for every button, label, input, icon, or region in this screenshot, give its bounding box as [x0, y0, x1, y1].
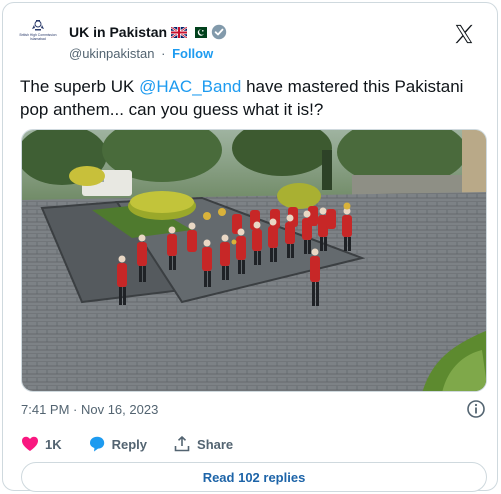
uk-flag-icon	[171, 26, 188, 38]
follow-button[interactable]: Follow	[172, 46, 213, 61]
x-logo-icon[interactable]	[453, 23, 475, 45]
share-label: Share	[197, 436, 234, 452]
reply-bubble-icon	[89, 436, 104, 452]
read-replies-button[interactable]: Read 102 replies	[21, 462, 487, 492]
tweet-text-before: The superb UK	[20, 77, 140, 96]
tweet-timestamp[interactable]: 7:41 PM · Nov 16, 2023	[21, 402, 158, 417]
reply-button[interactable]: Reply	[88, 435, 147, 453]
tweet-text: The superb UK @HAC_Band have mastered th…	[20, 75, 490, 121]
handle-row: @ukinpakistan · Follow	[69, 46, 213, 61]
verified-badge-icon	[211, 24, 227, 40]
crest-caption: British High Commission Islamabad	[19, 33, 57, 41]
tweet-header: British High Commission Islamabad UK in …	[18, 15, 485, 61]
pakistan-flag-icon	[191, 26, 208, 38]
mention-link[interactable]: @HAC_Band	[139, 77, 241, 96]
like-button[interactable]: 1K	[21, 435, 62, 453]
avatar[interactable]: British High Commission Islamabad	[18, 19, 58, 59]
info-icon[interactable]	[466, 399, 486, 419]
separator-dot: ·	[161, 46, 166, 61]
share-icon	[174, 436, 190, 452]
heart-icon	[22, 436, 38, 451]
tweet-actions: 1K Reply Share	[21, 435, 259, 453]
display-name[interactable]: UK in Pakistan	[69, 24, 167, 40]
tweet-card: British High Commission Islamabad UK in …	[2, 2, 498, 492]
share-button[interactable]: Share	[173, 435, 233, 453]
reply-label: Reply	[111, 436, 148, 452]
tweet-video-thumbnail[interactable]	[21, 129, 487, 392]
royal-crest-icon	[32, 20, 44, 31]
band-scene-image	[22, 130, 486, 391]
like-count: 1K	[45, 436, 62, 452]
name-row: UK in Pakistan	[69, 24, 227, 40]
handle[interactable]: @ukinpakistan	[69, 46, 154, 61]
